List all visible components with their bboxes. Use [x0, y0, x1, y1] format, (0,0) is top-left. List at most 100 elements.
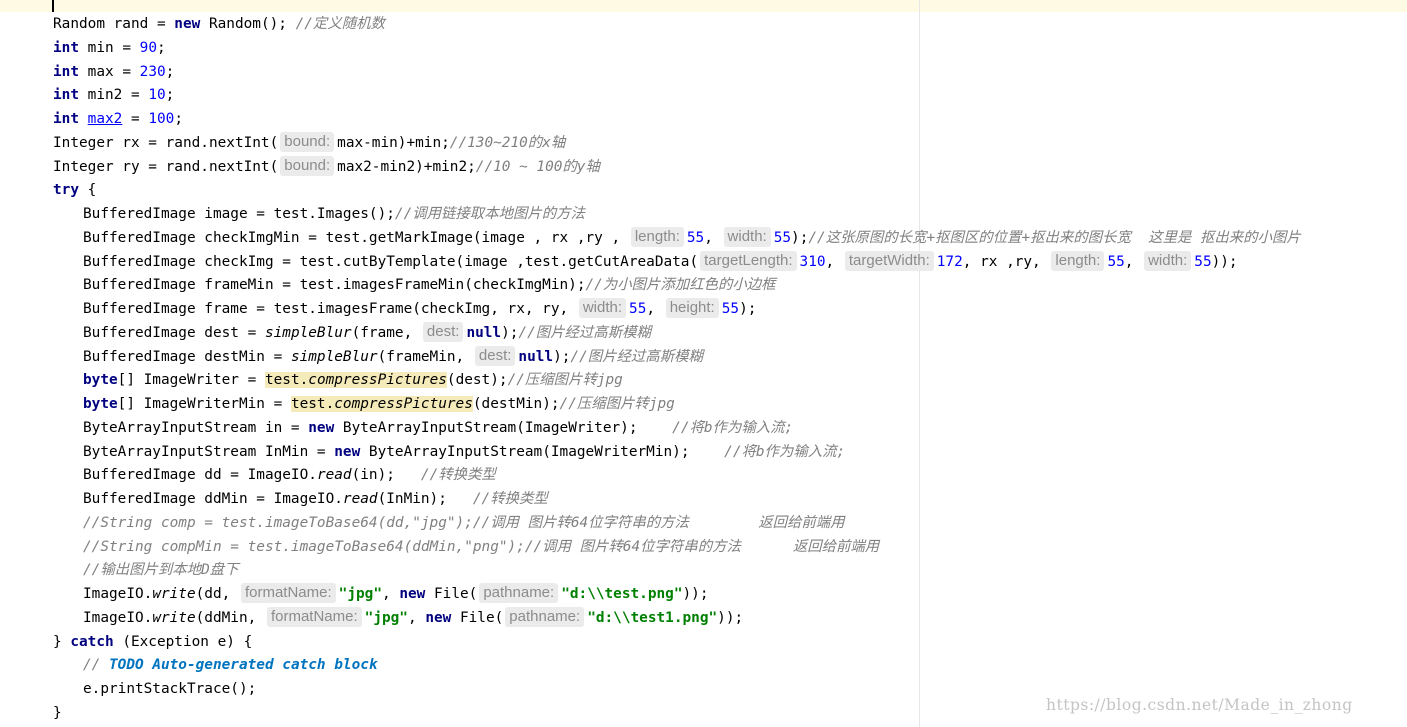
code-line[interactable]: Random rand = new Random(); //定义随机数 [53, 12, 385, 36]
code-token: read [342, 491, 378, 507]
code-token: 55 [1107, 253, 1125, 270]
code-token: BufferedImage dd = ImageIO. [83, 467, 317, 484]
code-token: ); [501, 324, 519, 341]
code-line[interactable]: //String comp = test.imageToBase64(dd,"j… [83, 511, 845, 535]
parameter-hint: pathname: [505, 606, 585, 627]
parameter-hint: formatName: [266, 606, 362, 627]
code-line[interactable]: BufferedImage ddMin = ImageIO.read(InMin… [83, 487, 548, 511]
code-token: File( [451, 609, 504, 626]
code-token: BufferedImage destMin = [83, 348, 291, 365]
code-token: , [407, 609, 426, 626]
code-token: int [53, 111, 79, 127]
code-line[interactable]: BufferedImage frame = test.imagesFrame(c… [83, 297, 756, 321]
code-token: try [53, 182, 79, 199]
code-token: new [399, 586, 426, 602]
code-token: Integer rx = rand.nextInt( [53, 134, 279, 151]
current-line-highlight [0, 0, 1407, 12]
code-token: write [152, 586, 196, 602]
code-line[interactable]: e.printStackTrace(); [83, 677, 256, 701]
code-token: "d:\\test1.png" [587, 609, 718, 626]
code-token: new [425, 609, 452, 626]
code-token: Random rand = [53, 16, 175, 32]
code-token: //图片经过高斯模糊 [570, 348, 703, 365]
code-token: null [466, 324, 502, 341]
parameter-hint: bound: [280, 155, 335, 176]
code-token: [] ImageWriterMin = [117, 396, 291, 412]
code-line[interactable]: BufferedImage destMin = simpleBlur(frame… [83, 345, 703, 369]
code-line[interactable]: ByteArrayInputStream in = new ByteArrayI… [83, 416, 793, 440]
code-line[interactable]: BufferedImage dest = simpleBlur(frame, d… [83, 321, 651, 345]
code-token: //调用链接取本地图片的方法 [394, 206, 585, 222]
code-token: null [518, 348, 554, 365]
parameter-hint: targetLength: [700, 250, 797, 271]
code-line[interactable]: int max = 230; [53, 60, 174, 84]
parameter-hint: dest: [422, 321, 464, 342]
code-token: ImageIO. [83, 586, 153, 602]
code-token: ByteArrayInputStream(ImageWriter); [334, 419, 673, 436]
code-line[interactable]: try { [53, 178, 96, 202]
code-line[interactable]: int max2 = 100; [53, 107, 183, 131]
parameter-hint: width: [578, 298, 627, 318]
code-editor[interactable]: Random rand = new Random(); //定义随机数 int m… [0, 0, 1407, 727]
parameter-hint: width: [723, 226, 771, 247]
code-token: , [382, 586, 400, 602]
code-line[interactable]: // TODO Auto-generated catch block [83, 653, 378, 677]
code-token: ByteArrayInputStream in = [83, 419, 309, 436]
code-token: read [316, 467, 352, 484]
code-token: //图片经过高斯模糊 [518, 324, 651, 341]
code-line[interactable]: BufferedImage image = test.Images();//调用… [83, 202, 585, 226]
code-token: File( [425, 586, 478, 602]
code-line[interactable]: //String compMin = test.imageToBase64(dd… [83, 535, 879, 559]
code-token: (InMin); [377, 491, 473, 507]
code-token: simpleBlur [290, 348, 378, 365]
code-line[interactable]: //输出图片到本地D盘下 [83, 558, 239, 582]
code-token: 310 [799, 253, 826, 270]
code-token: , [704, 229, 722, 246]
code-line[interactable]: } catch (Exception e) { [53, 630, 252, 654]
watermark: https://blog.csdn.net/Made_in_zhong [1046, 696, 1353, 714]
code-token: //130~210的x轴 [449, 134, 566, 151]
code-token: ); [553, 348, 571, 365]
code-token: (Exception e) { [113, 633, 253, 650]
code-token: (frame, [351, 324, 421, 341]
code-token: //10 ~ 100的y轴 [475, 158, 600, 175]
parameter-hint: formatName: [240, 583, 336, 603]
code-token: Integer ry = rand.nextInt( [53, 158, 279, 175]
code-line[interactable]: ImageIO.write(dd, formatName: "jpg", new … [83, 582, 709, 606]
code-line[interactable]: BufferedImage checkImg = test.cutByTempl… [83, 250, 1238, 274]
code-token: max = [79, 63, 140, 80]
code-token: int [53, 87, 79, 104]
code-line[interactable]: byte[] ImageWriterMin = test.compressPic… [83, 392, 675, 416]
code-line[interactable]: Integer ry = rand.nextInt(bound: max2-min… [53, 155, 600, 179]
code-token: int [53, 39, 79, 56]
code-token: //转换类型 [420, 467, 496, 484]
code-token: , [825, 253, 843, 270]
code-line[interactable]: BufferedImage dd = ImageIO.read(in); //转… [83, 463, 496, 487]
code-token: //String compMin = test.imageToBase64(dd… [83, 538, 880, 555]
code-line[interactable]: BufferedImage checkImgMin = test.getMark… [83, 226, 1301, 250]
code-token: "jpg" [364, 609, 408, 626]
code-token: = [122, 111, 149, 127]
code-token: //将b作为输入流; [724, 443, 846, 460]
code-token: //压缩图片转jpg [559, 396, 675, 412]
code-line[interactable]: BufferedImage frameMin = test.imagesFram… [83, 273, 776, 297]
code-token: new [334, 443, 361, 460]
code-line[interactable]: ByteArrayInputStream InMin = new ByteArr… [83, 440, 845, 464]
code-line[interactable]: int min = 90; [53, 36, 166, 60]
code-line[interactable]: int min2 = 10; [53, 83, 174, 107]
code-token: } [53, 633, 71, 650]
code-line[interactable]: Integer rx = rand.nextInt(bound: max-min)… [53, 131, 565, 155]
code-line[interactable]: ImageIO.write(ddMin, formatName: "jpg", n… [83, 606, 743, 630]
code-token: , rx ,ry, [962, 253, 1050, 270]
code-line[interactable]: } [53, 701, 62, 725]
parameter-hint: height: [665, 298, 719, 318]
code-line[interactable]: byte[] ImageWriter = test.compressPictur… [83, 368, 623, 392]
code-token: , [646, 301, 664, 317]
code-token: [] ImageWriter = [117, 372, 265, 389]
code-token: ByteArrayInputStream(ImageWriterMin); [360, 443, 725, 460]
code-token: BufferedImage frame = test.imagesFrame(c… [83, 301, 577, 317]
code-token: (destMin); [472, 396, 560, 412]
code-token: catch [70, 633, 114, 650]
code-token: BufferedImage checkImgMin = test.getMark… [83, 229, 629, 246]
